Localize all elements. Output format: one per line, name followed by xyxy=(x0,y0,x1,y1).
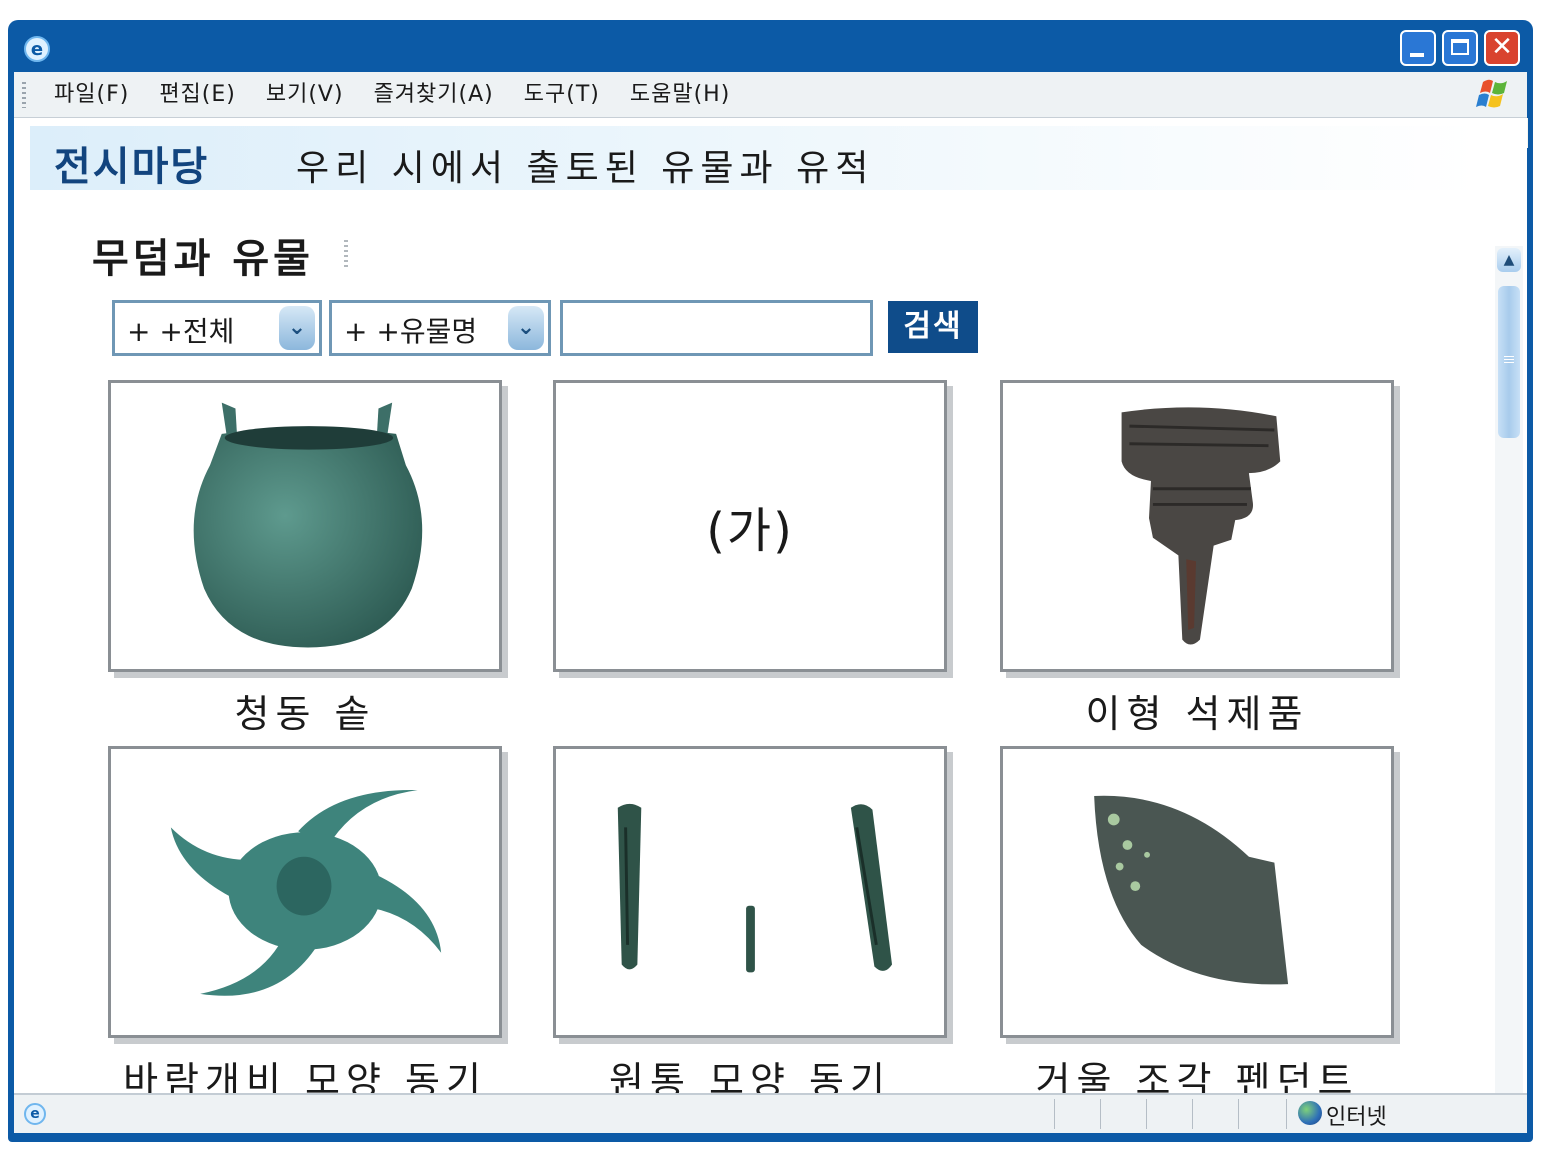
security-zone-label: 인터넷 xyxy=(1326,1105,1387,1130)
internet-zone-globe-icon xyxy=(1298,1101,1322,1125)
toolbar-grip[interactable] xyxy=(22,82,26,108)
artifact-caption: 청동 솥 xyxy=(234,692,376,736)
stepped-stone-artifact-image xyxy=(1121,407,1281,645)
status-divider xyxy=(1286,1099,1287,1129)
search-input[interactable] xyxy=(560,300,873,356)
title-bar: e ✕ xyxy=(8,20,1533,72)
bronze-cauldron-image xyxy=(193,402,423,648)
search-button[interactable]: 검색 xyxy=(888,301,978,353)
section-title: 무덤과 유물 xyxy=(92,236,314,282)
thumb-grip-icon xyxy=(1504,356,1514,364)
category-select[interactable]: + +전체 ⌄ xyxy=(112,300,322,356)
maximize-icon xyxy=(1451,39,1469,55)
status-divider xyxy=(1054,1099,1055,1129)
category-select-value: + +전체 xyxy=(127,315,235,348)
pinwheel-bronze-image xyxy=(170,790,442,996)
vertical-scrollbar[interactable]: ▲ xyxy=(1495,246,1523,1093)
page-banner: 전시마당 우리 시에서 출토된 유물과 유적 xyxy=(30,126,1480,190)
artifact-card-mirror-pendant[interactable] xyxy=(1000,746,1394,1038)
artifact-card-placeholder[interactable]: (가) xyxy=(553,380,947,672)
close-icon: ✕ xyxy=(1491,32,1513,62)
menu-bar: 파일(F) 편집(E) 보기(V) 즐겨찾기(A) 도구(T) 도움말(H) xyxy=(14,72,1527,118)
chevron-down-icon[interactable]: ⌄ xyxy=(508,306,544,350)
status-divider xyxy=(1146,1099,1147,1129)
artifact-caption: 거울 조각 펜던트 xyxy=(1035,1059,1359,1093)
artifact-card-pinwheel-bronze[interactable] xyxy=(108,746,502,1038)
menu-help[interactable]: 도움말(H) xyxy=(630,72,730,118)
artifact-caption: 원통 모양 동기 xyxy=(609,1059,891,1093)
artifact-caption: 이형 석제품 xyxy=(1085,692,1309,736)
windows-logo-icon xyxy=(1476,79,1507,108)
field-select-value: + +유물명 xyxy=(344,315,478,348)
menu-tools[interactable]: 도구(T) xyxy=(524,72,600,118)
banner-subtitle: 우리 시에서 출토된 유물과 유적 xyxy=(296,148,875,189)
status-divider xyxy=(1238,1099,1239,1129)
menu-view[interactable]: 보기(V) xyxy=(266,72,344,118)
chevron-down-icon[interactable]: ⌄ xyxy=(279,306,315,350)
scroll-thumb[interactable] xyxy=(1498,286,1520,438)
page-status-icon: e xyxy=(24,1103,46,1125)
artifact-placeholder-label: (가) xyxy=(706,503,794,559)
field-select[interactable]: + +유물명 ⌄ xyxy=(329,300,551,356)
browser-window: e ✕ 파일(F) 편집(E) 보기(V) 즐겨찾기(A) 도구(T) 도움말(… xyxy=(8,20,1533,1142)
menu-favorites[interactable]: 즐겨찾기(A) xyxy=(374,72,494,118)
artifact-card-stepped-stone[interactable] xyxy=(1000,380,1394,672)
artifact-caption: 바람개비 모양 동기 xyxy=(123,1059,487,1093)
artifact-card-cylindrical-bronze[interactable] xyxy=(553,746,947,1038)
menu-items: 파일(F) 편집(E) 보기(V) 즐겨찾기(A) 도구(T) 도움말(H) xyxy=(54,72,730,118)
maximize-button[interactable] xyxy=(1442,30,1478,66)
browser-app-icon: e xyxy=(24,36,50,62)
scroll-up-arrow-icon[interactable]: ▲ xyxy=(1497,248,1521,272)
minimize-button[interactable] xyxy=(1400,30,1436,66)
status-divider xyxy=(1100,1099,1101,1129)
banner-title: 전시마당 xyxy=(54,144,210,190)
artifact-card-bronze-cauldron[interactable] xyxy=(108,380,502,672)
page-content: 전시마당 우리 시에서 출토된 유물과 유적 무덤과 유물 + +전체 ⌄ + … xyxy=(14,118,1527,1093)
close-button[interactable]: ✕ xyxy=(1484,30,1520,66)
status-divider xyxy=(1192,1099,1193,1129)
mirror-fragment-pendant-image xyxy=(1094,795,1289,985)
section-divider xyxy=(344,240,348,270)
cylindrical-bronze-image xyxy=(617,803,893,973)
status-bar: e 인터넷 xyxy=(14,1093,1527,1133)
menu-file[interactable]: 파일(F) xyxy=(54,72,129,118)
minimize-icon xyxy=(1410,53,1424,57)
menu-edit[interactable]: 편집(E) xyxy=(159,72,236,118)
